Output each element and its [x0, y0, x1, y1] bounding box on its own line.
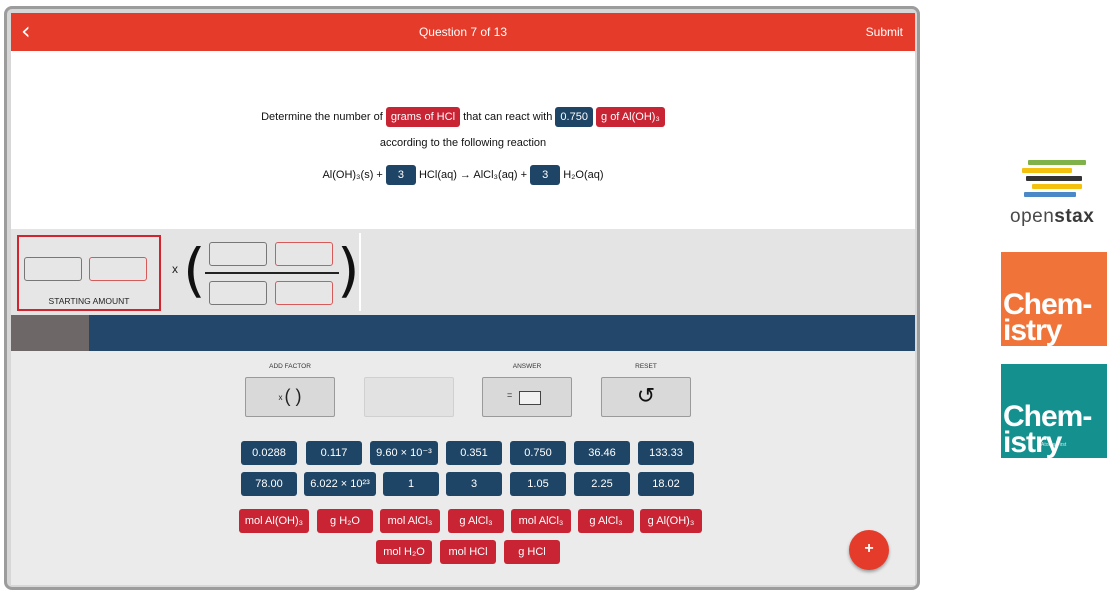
given-value-chip: 0.750	[555, 107, 593, 127]
chemistry-book-cover[interactable]: Chem- istry	[1001, 252, 1107, 346]
cover-subtitle: Atoms First	[1041, 442, 1067, 448]
unit-tile[interactable]: mol AlCl₃	[511, 509, 571, 533]
reactant-1: Al(OH)₃(s) +	[322, 168, 383, 181]
number-tile[interactable]: 0.0288	[241, 441, 297, 465]
problem-line-1: Determine the number of grams of HCl tha…	[11, 107, 915, 127]
number-tile[interactable]: 2.25	[574, 472, 630, 496]
product-2: H₂O(aq)	[563, 168, 604, 181]
submit-button[interactable]: Submit	[866, 25, 903, 39]
middle-text: that can react with	[463, 110, 553, 123]
unit-tile[interactable]: mol H₂O	[376, 540, 432, 564]
starting-unit-slot[interactable]	[89, 257, 147, 281]
factor-denominator-value-slot[interactable]	[209, 281, 267, 305]
unit-tile[interactable]: g Al(OH)₃	[640, 509, 702, 533]
cover-title: Chem- istry	[1003, 400, 1092, 459]
empty-control-slot	[364, 377, 454, 417]
add-factor-parens: ( )	[284, 386, 302, 406]
number-tile[interactable]: 0.117	[306, 441, 362, 465]
problem-statement: Determine the number of grams of HCl tha…	[11, 51, 915, 229]
open-paren: (	[183, 236, 206, 304]
reactant-2: HCl(aq) → AlCl₃(aq) +	[418, 168, 528, 181]
starting-amount-box[interactable]: STARTING AMOUNT	[17, 235, 161, 311]
cover-title: Chem- istry	[1003, 288, 1092, 347]
h2o-coefficient-chip: 3	[530, 165, 561, 185]
reset-icon: ↺	[636, 384, 656, 409]
workspace: STARTING AMOUNT x ( )	[11, 229, 915, 315]
openstax-bold: stax	[1054, 206, 1095, 227]
close-paren: )	[337, 236, 360, 304]
given-unit-chip: g of Al(OH)₃	[596, 107, 665, 127]
reaction-equation: Al(OH)₃(s) + 3 HCl(aq) → AlCl₃(aq) + 3 H…	[11, 165, 915, 185]
book-stack-icon	[1028, 160, 1086, 165]
add-fab-button[interactable]: +	[849, 530, 889, 570]
answer-label: ANSWER	[512, 363, 542, 370]
reset-label: RESET	[635, 363, 657, 370]
number-tile[interactable]: 0.351	[446, 441, 502, 465]
number-tile[interactable]: 6.022 × 10²³	[304, 472, 376, 496]
number-tile[interactable]: 9.60 × 10⁻³	[370, 441, 438, 465]
target-unit-chip: grams of HCl	[385, 107, 461, 127]
progress-bar	[11, 315, 915, 351]
book-stack-icon	[1032, 184, 1082, 189]
unit-tile[interactable]: g AlCl₃	[578, 509, 634, 533]
starting-value-slot[interactable]	[24, 257, 82, 281]
openstax-light: open	[1010, 206, 1055, 227]
unit-tile[interactable]: g H₂O	[317, 509, 373, 533]
number-tile[interactable]: 0.750	[510, 441, 566, 465]
unit-tile[interactable]: mol AlCl₃	[380, 509, 440, 533]
factor-numerator-unit-slot[interactable]	[275, 242, 333, 266]
number-tile[interactable]: 18.02	[638, 472, 694, 496]
answer-equals: =	[507, 390, 513, 400]
hcl-coefficient-chip: 3	[385, 165, 416, 185]
tile-panel: ADD FACTOR x( ) ANSWER = RESET ↺ 0.0288 …	[11, 351, 915, 585]
unit-tile[interactable]: mol HCl	[440, 540, 496, 564]
problem-line-2: according to the following reaction	[379, 137, 547, 149]
number-tile[interactable]: 1	[383, 472, 439, 496]
number-tile[interactable]: 36.46	[574, 441, 630, 465]
factor-numerator-value-slot[interactable]	[209, 242, 267, 266]
number-tile[interactable]: 3	[446, 472, 502, 496]
add-factor-label: ADD FACTOR	[269, 363, 311, 370]
unit-tile[interactable]: g HCl	[504, 540, 560, 564]
openstax-wordmark: openstax	[1010, 206, 1094, 228]
book-stack-icon	[1026, 176, 1082, 181]
book-stack-icon	[1024, 192, 1076, 197]
unit-tile[interactable]: g AlCl₃	[448, 509, 504, 533]
prefix-text: Determine the number of	[261, 110, 383, 123]
unit-tile[interactable]: mol Al(OH)₃	[239, 509, 309, 533]
reset-button[interactable]: ↺	[601, 377, 691, 417]
multiply-symbol: x	[172, 262, 178, 276]
chemistry-atoms-first-cover[interactable]: Chem- istry Atoms First	[1001, 364, 1107, 458]
number-tile[interactable]: 78.00	[241, 472, 297, 496]
add-factor-icon: x( )	[246, 386, 334, 407]
answer-box-icon	[519, 391, 541, 405]
fraction-bar	[205, 272, 339, 274]
app-screen: ‹ Question 7 of 13 Submit Determine the …	[11, 13, 915, 585]
progress-segment	[11, 315, 89, 351]
number-tile[interactable]: 1.05	[510, 472, 566, 496]
factor-denominator-unit-slot[interactable]	[275, 281, 333, 305]
add-factor-button[interactable]: x( )	[245, 377, 335, 417]
book-stack-icon	[1022, 168, 1072, 173]
number-tile[interactable]: 133.33	[638, 441, 694, 465]
question-counter: Question 7 of 13	[418, 25, 508, 39]
starting-amount-label: STARTING AMOUNT	[48, 296, 130, 306]
top-bar: ‹ Question 7 of 13 Submit	[11, 13, 915, 51]
device-frame: ‹ Question 7 of 13 Submit Determine the …	[4, 6, 920, 590]
answer-button[interactable]: =	[482, 377, 572, 417]
workspace-divider	[359, 233, 361, 311]
add-factor-x: x	[278, 392, 283, 402]
